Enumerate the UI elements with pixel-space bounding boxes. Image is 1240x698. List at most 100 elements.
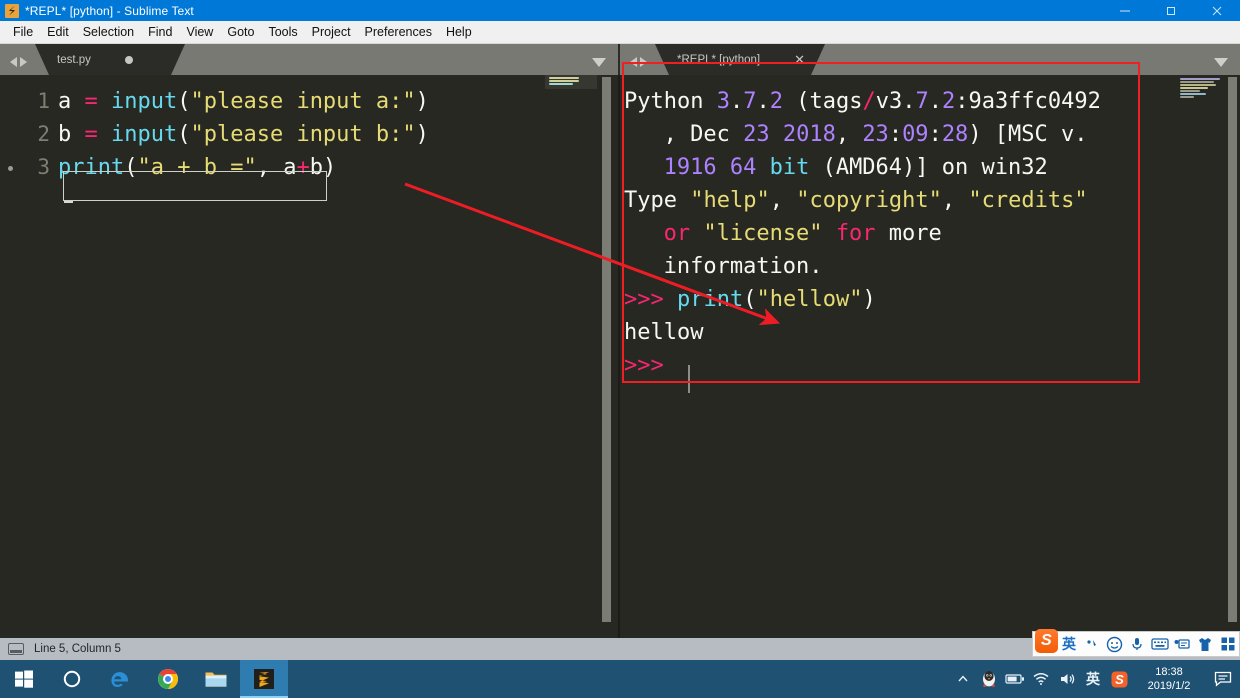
repl-pane[interactable]: Python 3.7.2 (tags/v3.7.2:9a3ffc0492, De… bbox=[620, 75, 1240, 638]
repl-token: : bbox=[928, 122, 942, 147]
close-icon[interactable] bbox=[1194, 0, 1240, 21]
chevron-right-icon[interactable] bbox=[640, 57, 647, 67]
menu-view[interactable]: View bbox=[179, 23, 220, 41]
repl-token bbox=[823, 221, 836, 246]
sublime-button[interactable] bbox=[240, 660, 288, 698]
tab-test-py[interactable]: test.py bbox=[35, 44, 185, 75]
repl-line[interactable]: 1916 64 bit (AMD64)] on win32 bbox=[664, 155, 1048, 180]
code-line[interactable]: a = input("please input a:") bbox=[58, 89, 429, 114]
show-hidden-icons-chevron[interactable] bbox=[950, 660, 976, 698]
notifications-icon[interactable] bbox=[1206, 660, 1240, 698]
menubar: File Edit Selection Find View Goto Tools… bbox=[0, 21, 1240, 44]
repl-token bbox=[664, 287, 677, 312]
close-tab-icon[interactable]: ✕ bbox=[794, 53, 805, 66]
svg-text:S: S bbox=[1115, 672, 1124, 687]
repl-line[interactable]: Type "help", "copyright", "credits" bbox=[624, 188, 1088, 213]
cortana-button[interactable] bbox=[48, 660, 96, 698]
repl-line[interactable]: information. bbox=[664, 254, 823, 279]
repl-token bbox=[770, 122, 783, 147]
taskbar-items bbox=[0, 660, 288, 698]
comma-mode-icon[interactable] bbox=[1080, 632, 1103, 656]
left-vertical-scrollbar[interactable] bbox=[601, 75, 612, 638]
repl-token: (AMD64)] on win32 bbox=[809, 155, 1048, 180]
sogou-logo-icon[interactable]: S bbox=[1035, 629, 1058, 653]
repl-token: 1916 bbox=[663, 155, 717, 180]
right-vertical-scrollbar[interactable] bbox=[1227, 75, 1238, 638]
tab-nav-arrows-right[interactable] bbox=[620, 57, 655, 75]
screenshot-icon[interactable] bbox=[1171, 632, 1194, 656]
menu-help[interactable]: Help bbox=[439, 23, 479, 41]
wifi-icon[interactable] bbox=[1028, 660, 1054, 698]
repl-token bbox=[717, 155, 730, 180]
right-minimap[interactable] bbox=[1176, 75, 1228, 638]
scrollbar-thumb[interactable] bbox=[1228, 77, 1237, 622]
repl-token: information. bbox=[663, 254, 823, 279]
menu-goto[interactable]: Goto bbox=[220, 23, 261, 41]
scrollbar-thumb[interactable] bbox=[602, 77, 611, 622]
chevron-right-icon[interactable] bbox=[20, 57, 27, 67]
tray-ime-mode[interactable]: 英 bbox=[1080, 660, 1106, 698]
edge-button[interactable] bbox=[96, 660, 144, 698]
chevron-left-icon[interactable] bbox=[10, 57, 17, 67]
repl-line[interactable]: >>> bbox=[624, 353, 664, 378]
repl-caret bbox=[688, 365, 690, 393]
ime-mode-label[interactable]: 英 bbox=[1058, 632, 1081, 656]
repl-token: 2 bbox=[769, 89, 783, 114]
code-line[interactable]: b = input("please input b:") bbox=[58, 122, 429, 147]
cursor-position-label: Line 5, Column 5 bbox=[34, 643, 121, 655]
repl-token: for bbox=[835, 221, 876, 246]
skin-icon[interactable] bbox=[1194, 632, 1217, 656]
tab-repl-python[interactable]: *REPL* [python] ✕ bbox=[655, 44, 825, 75]
repl-line[interactable]: or "license" for more bbox=[664, 221, 942, 246]
clock[interactable]: 18:38 2019/1/2 bbox=[1132, 660, 1206, 698]
repl-line[interactable]: hellow bbox=[624, 320, 703, 345]
code-token: input bbox=[111, 89, 178, 114]
qq-penguin-icon[interactable] bbox=[976, 660, 1002, 698]
menu-selection[interactable]: Selection bbox=[76, 23, 141, 41]
menu-find[interactable]: Find bbox=[141, 23, 179, 41]
repl-token: , bbox=[835, 122, 863, 147]
repl-token: , bbox=[941, 188, 969, 213]
chrome-button[interactable] bbox=[144, 660, 192, 698]
code-token: ) bbox=[415, 89, 429, 114]
code-token: = bbox=[84, 89, 98, 114]
text-caret bbox=[64, 201, 73, 203]
clock-date: 2019/1/2 bbox=[1147, 680, 1191, 692]
battery-icon[interactable] bbox=[1002, 660, 1028, 698]
repl-token: / bbox=[862, 89, 876, 114]
menu-file[interactable]: File bbox=[6, 23, 40, 41]
toolbox-icon[interactable] bbox=[1216, 632, 1239, 656]
repl-token: :9a3ffc0492 bbox=[955, 89, 1101, 114]
tab-nav-arrows[interactable] bbox=[0, 57, 35, 75]
menu-edit[interactable]: Edit bbox=[40, 23, 76, 41]
maximize-icon[interactable] bbox=[1148, 0, 1194, 21]
sogou-ime-toolbar[interactable]: S 英 bbox=[1032, 629, 1240, 657]
chevron-down-icon[interactable] bbox=[592, 58, 606, 67]
menu-tools[interactable]: Tools bbox=[261, 23, 304, 41]
chevron-left-icon[interactable] bbox=[630, 57, 637, 67]
soft-keyboard-icon[interactable] bbox=[1148, 632, 1171, 656]
menu-preferences[interactable]: Preferences bbox=[358, 23, 439, 41]
code-editor-pane[interactable]: 123 a = input("please input a:") b = inpu… bbox=[0, 75, 618, 638]
repl-token: 2018 bbox=[782, 122, 836, 147]
repl-token: : bbox=[888, 122, 903, 147]
repl-token: >>> bbox=[624, 353, 664, 378]
minimize-icon[interactable] bbox=[1102, 0, 1148, 21]
repl-token bbox=[690, 221, 703, 246]
repl-line[interactable]: , Dec 23 2018, 23:09:28) [MSC v. bbox=[664, 122, 1088, 147]
clock-time: 18:38 bbox=[1155, 666, 1183, 678]
left-minimap[interactable] bbox=[545, 75, 597, 638]
repl-line[interactable]: Python 3.7.2 (tags/v3.7.2:9a3ffc0492 bbox=[624, 89, 1101, 114]
repl-token: "help" bbox=[690, 188, 770, 213]
explorer-button[interactable] bbox=[192, 660, 240, 698]
chevron-down-icon[interactable] bbox=[1214, 58, 1228, 67]
emoji-icon[interactable] bbox=[1103, 632, 1126, 656]
tray-sogou-logo-icon[interactable]: S bbox=[1106, 660, 1132, 698]
menu-project[interactable]: Project bbox=[305, 23, 358, 41]
repl-line[interactable]: >>> print("hellow") bbox=[624, 287, 876, 312]
start-button[interactable] bbox=[0, 660, 48, 698]
microphone-icon[interactable] bbox=[1126, 632, 1149, 656]
volume-icon[interactable] bbox=[1054, 660, 1080, 698]
